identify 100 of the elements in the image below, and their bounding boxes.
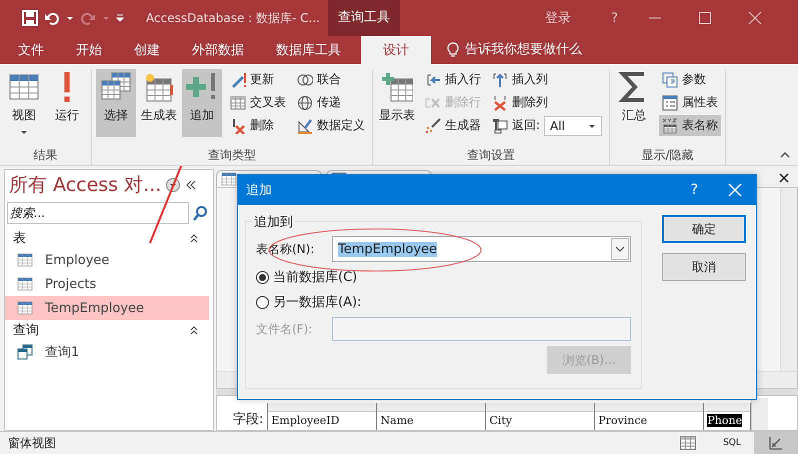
ribbon-button[interactable]: 汇总 bbox=[614, 69, 654, 137]
collapse-section-icon[interactable] bbox=[189, 233, 199, 243]
return-dropdown[interactable]: All bbox=[544, 116, 602, 136]
design-view-button[interactable] bbox=[754, 432, 798, 454]
ribbon-button[interactable]: 联合 bbox=[294, 69, 368, 90]
table-icon bbox=[17, 300, 33, 316]
ribbon-button[interactable]: 更新 bbox=[227, 69, 289, 90]
navigation-item[interactable]: TempEmployee bbox=[5, 296, 209, 320]
ribbon-button[interactable]: 参数 bbox=[659, 69, 722, 90]
insert-column-icon bbox=[492, 72, 508, 88]
caret-icon bbox=[20, 128, 28, 136]
collapse-pane-icon[interactable] bbox=[185, 179, 198, 191]
ribbon-button[interactable]: 生成器 bbox=[422, 115, 484, 136]
window-title: AccessDatabase : 数据库- C... bbox=[146, 10, 320, 26]
navigation-item[interactable]: 查询1 bbox=[5, 340, 209, 364]
group-label: 结果 bbox=[32, 147, 58, 164]
collapse-section-icon[interactable] bbox=[189, 325, 199, 335]
maximize-icon[interactable] bbox=[698, 11, 712, 25]
table-icon bbox=[17, 276, 33, 292]
field-cell[interactable]: Province bbox=[595, 412, 704, 430]
exclamation-icon bbox=[63, 71, 71, 103]
ribbon-button[interactable]: 表名称 bbox=[659, 115, 722, 136]
parameters-icon bbox=[662, 72, 678, 88]
return-label: 返回: bbox=[512, 117, 540, 134]
table-name-combobox[interactable]: TempEmployee bbox=[332, 236, 631, 262]
delete-column-icon bbox=[492, 94, 508, 110]
ok-button[interactable]: 确定 bbox=[662, 215, 746, 243]
navigation-item[interactable]: Projects bbox=[5, 272, 209, 296]
table-icon bbox=[17, 252, 33, 268]
search-field[interactable]: 搜索... bbox=[7, 202, 189, 224]
ribbon-button[interactable]: 插入列 bbox=[489, 69, 606, 90]
group-label: 显示/隐藏 bbox=[640, 147, 695, 164]
ribbon-tab[interactable]: 数据库工具 bbox=[264, 36, 353, 64]
table-star-icon bbox=[143, 71, 175, 103]
chevron-down-icon[interactable] bbox=[615, 244, 625, 254]
ribbon-tab[interactable]: 设计 bbox=[361, 36, 431, 64]
ribbon-tab[interactable]: 开始 bbox=[64, 36, 114, 64]
ribbon-tab[interactable]: 创建 bbox=[122, 36, 172, 64]
ribbon-button[interactable]: 交叉表 bbox=[227, 92, 289, 113]
status-text: 窗体视图 bbox=[8, 434, 56, 452]
delete-x-icon bbox=[230, 118, 246, 134]
help-button[interactable]: ? bbox=[611, 10, 618, 26]
sign-in-link[interactable]: 登录 bbox=[545, 9, 572, 27]
group-label: 查询设置 bbox=[466, 147, 516, 164]
ribbon-tab[interactable]: 外部数据 bbox=[180, 36, 256, 64]
vertical-scrollbar[interactable] bbox=[780, 188, 797, 371]
row-label: 字段: bbox=[233, 411, 264, 428]
radio-option[interactable]: 另一数据库(A): bbox=[256, 292, 631, 312]
section-header[interactable]: 表 bbox=[13, 229, 26, 247]
navigation-title[interactable]: 所有 Access 对... bbox=[9, 172, 162, 198]
close-icon[interactable] bbox=[778, 172, 790, 184]
customize-icon[interactable] bbox=[116, 14, 124, 22]
field-label: 文件名(F): bbox=[256, 320, 314, 338]
ribbon-tab[interactable]: 文件 bbox=[6, 36, 56, 64]
design-view-icon bbox=[768, 435, 784, 451]
wand-icon bbox=[425, 118, 441, 134]
datasheet-icon bbox=[680, 435, 696, 451]
ribbon-button[interactable]: 生成表 bbox=[139, 69, 179, 137]
cancel-button[interactable]: 取消 bbox=[662, 253, 746, 281]
ribbon-button[interactable]: 插入行 bbox=[422, 69, 484, 90]
tell-me-search[interactable]: 告诉我你想要做什么 bbox=[465, 36, 582, 64]
navigation-item[interactable]: Employee bbox=[5, 248, 209, 272]
ribbon-button[interactable]: 数据定义 bbox=[294, 115, 368, 136]
group-label: 追加到 bbox=[252, 213, 295, 231]
radio-option[interactable]: 当前数据库(C) bbox=[256, 267, 631, 287]
table-names-icon bbox=[662, 118, 678, 134]
file-name-field[interactable] bbox=[332, 317, 631, 341]
pencil-icon bbox=[230, 72, 246, 88]
save-icon[interactable] bbox=[22, 10, 38, 26]
caret-icon[interactable] bbox=[66, 14, 74, 22]
property-sheet-icon bbox=[662, 94, 678, 110]
vertical-scrollbar[interactable] bbox=[751, 398, 768, 430]
ribbon-button[interactable]: 删除列 bbox=[489, 92, 606, 113]
ribbon-button[interactable]: 运行 bbox=[47, 69, 87, 137]
ribbon-button[interactable]: 追加 bbox=[182, 69, 222, 137]
field-cell[interactable]: EmployeeID bbox=[268, 412, 376, 430]
search-icon[interactable] bbox=[192, 205, 208, 221]
field-cell[interactable]: City bbox=[486, 412, 594, 430]
field-cell[interactable]: Name bbox=[377, 412, 486, 430]
ribbon-button[interactable]: 传递 bbox=[294, 92, 368, 113]
ruler-pencil-icon bbox=[297, 118, 313, 134]
insert-row-icon bbox=[425, 72, 441, 88]
section-header[interactable]: 查询 bbox=[13, 321, 39, 339]
lightbulb-icon bbox=[447, 42, 459, 58]
query-icon bbox=[17, 344, 33, 360]
return-icon bbox=[492, 118, 508, 134]
undo-icon[interactable] bbox=[44, 10, 60, 26]
globe-icon bbox=[297, 94, 313, 110]
collapse-ribbon-icon[interactable] bbox=[780, 151, 790, 159]
ribbon-button[interactable]: 视图 bbox=[4, 69, 44, 137]
ribbon-button[interactable]: 删除 bbox=[227, 115, 289, 136]
grid-icon bbox=[230, 94, 246, 110]
plus-table-icon bbox=[381, 71, 413, 103]
ribbon-button[interactable]: 属性表 bbox=[659, 92, 722, 113]
help-button[interactable]: ? bbox=[690, 182, 698, 198]
dialog-title: 追加 bbox=[246, 182, 272, 199]
ribbon-button[interactable]: 选择 bbox=[96, 69, 136, 137]
rings-icon bbox=[297, 72, 313, 88]
ribbon-button[interactable]: 显示表 bbox=[377, 69, 417, 137]
sql-view-button[interactable]: SQL bbox=[710, 432, 754, 454]
